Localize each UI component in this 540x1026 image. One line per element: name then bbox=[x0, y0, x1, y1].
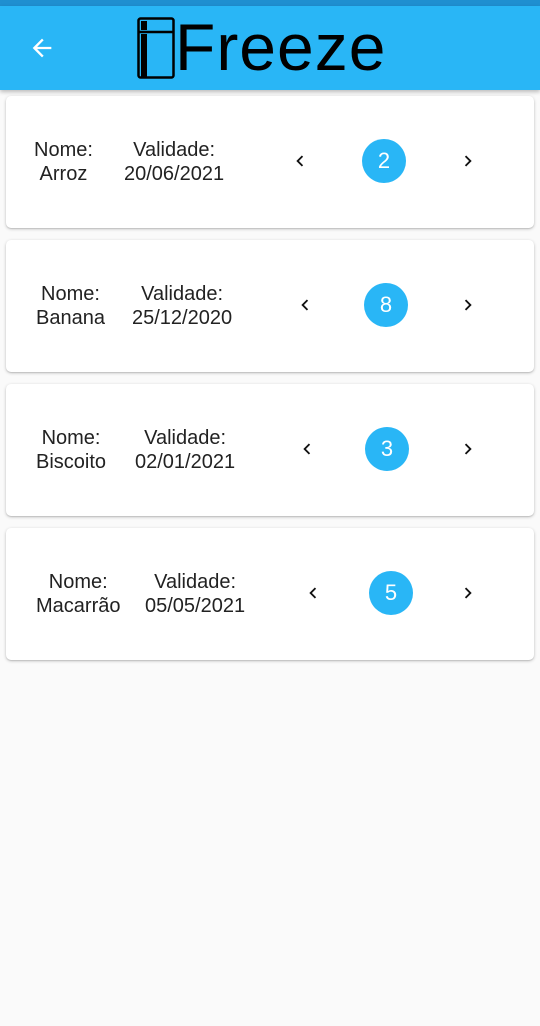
back-button[interactable] bbox=[22, 28, 62, 68]
expiry-label: Validade: bbox=[154, 571, 237, 593]
increase-button[interactable] bbox=[453, 290, 483, 320]
chevron-left-icon bbox=[303, 443, 311, 455]
quantity-badge: 8 bbox=[364, 283, 408, 327]
name-value: Arroz bbox=[39, 163, 88, 185]
name-field: Nome: Biscoito bbox=[36, 426, 106, 474]
name-field: Nome: Macarrão bbox=[36, 570, 120, 618]
arrow-left-icon bbox=[32, 38, 52, 58]
name-value: Banana bbox=[36, 307, 105, 329]
fridge-i-logo bbox=[137, 17, 175, 79]
decrease-button[interactable] bbox=[298, 578, 328, 608]
increase-button[interactable] bbox=[453, 146, 483, 176]
expiry-field: Validade: 02/01/2021 bbox=[135, 426, 235, 474]
name-value: Macarrão bbox=[36, 595, 121, 617]
app-logo: Freeze bbox=[137, 6, 386, 90]
chevron-left-icon bbox=[296, 155, 304, 167]
name-label: Nome: bbox=[34, 139, 93, 161]
decrease-button[interactable] bbox=[290, 290, 320, 320]
list-item: Nome: Arroz Validade: 20/06/2021 2 bbox=[6, 96, 534, 228]
expiry-value: 02/01/2021 bbox=[135, 451, 236, 473]
increase-button[interactable] bbox=[453, 578, 483, 608]
expiry-field: Validade: 20/06/2021 bbox=[124, 138, 224, 186]
list-item: Nome: Macarrão Validade: 05/05/2021 5 bbox=[6, 528, 534, 660]
chevron-right-icon bbox=[464, 299, 472, 311]
decrease-button[interactable] bbox=[292, 434, 322, 464]
quantity-badge: 3 bbox=[365, 427, 409, 471]
decrease-button[interactable] bbox=[285, 146, 315, 176]
app-title: Freeze bbox=[175, 10, 387, 84]
name-label: Nome: bbox=[48, 571, 108, 593]
expiry-value: 20/06/2021 bbox=[124, 163, 225, 185]
expiry-field: Validade: 05/05/2021 bbox=[145, 570, 245, 618]
name-label: Nome: bbox=[41, 283, 100, 305]
expiry-label: Validade: bbox=[133, 139, 216, 161]
chevron-right-icon bbox=[464, 587, 472, 599]
name-value: Biscoito bbox=[36, 451, 107, 473]
app-bar: Freeze bbox=[0, 6, 540, 90]
list-item: Nome: Banana Validade: 25/12/2020 8 bbox=[6, 240, 534, 372]
name-field: Nome: Banana bbox=[36, 282, 105, 330]
name-field: Nome: Arroz bbox=[34, 138, 93, 186]
chevron-left-icon bbox=[309, 587, 317, 599]
increase-button[interactable] bbox=[453, 434, 483, 464]
expiry-field: Validade: 25/12/2020 bbox=[132, 282, 232, 330]
quantity-badge: 5 bbox=[369, 571, 413, 615]
expiry-label: Validade: bbox=[141, 283, 224, 305]
food-list: Nome: Arroz Validade: 20/06/2021 2 Nome:… bbox=[6, 96, 534, 672]
chevron-right-icon bbox=[464, 155, 472, 167]
expiry-label: Validade: bbox=[144, 427, 227, 449]
list-item: Nome: Biscoito Validade: 02/01/2021 3 bbox=[6, 384, 534, 516]
expiry-value: 25/12/2020 bbox=[132, 307, 233, 329]
expiry-value: 05/05/2021 bbox=[145, 595, 246, 617]
chevron-right-icon bbox=[464, 443, 472, 455]
quantity-badge: 2 bbox=[362, 139, 406, 183]
name-label: Nome: bbox=[41, 427, 101, 449]
chevron-left-icon bbox=[301, 299, 309, 311]
